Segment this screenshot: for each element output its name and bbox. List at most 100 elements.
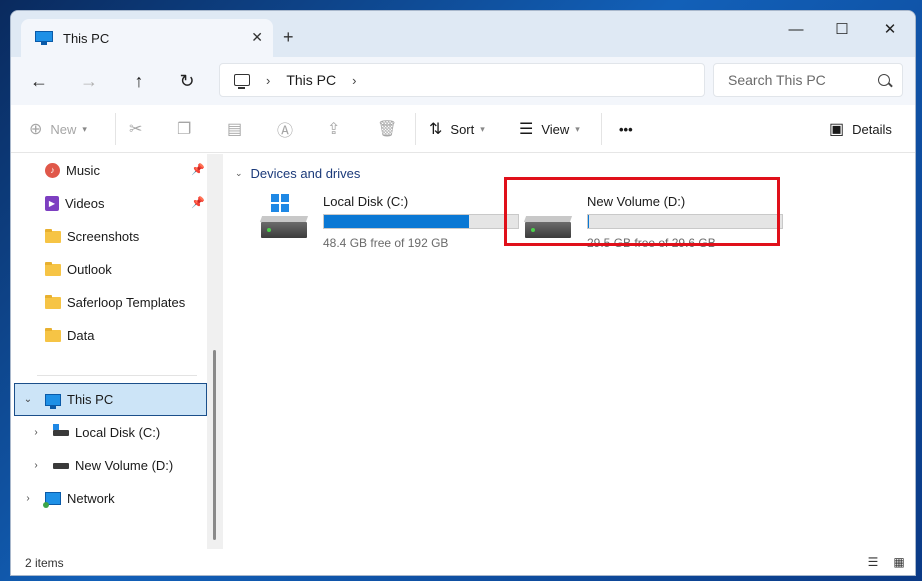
videos-icon: ▶	[45, 196, 59, 211]
drive-name: Local Disk (C:)	[323, 194, 409, 209]
sidebar-item-videos[interactable]: ▶ Videos	[45, 187, 105, 220]
title-bar: This PC ✕ + — ☐ ✕	[11, 11, 915, 57]
sidebar-item-data[interactable]: Data	[45, 319, 94, 352]
folder-icon	[45, 228, 61, 243]
rename-icon: Ⓐ	[277, 123, 294, 140]
plus-icon: ⊕	[29, 121, 43, 138]
trash-icon: 🗑	[377, 121, 398, 138]
copy-button[interactable]: ❐	[177, 117, 199, 141]
sidebar-item-outlook[interactable]: Outlook	[45, 253, 112, 286]
delete-button[interactable]: 🗑	[377, 117, 405, 141]
scrollbar-thumb[interactable]	[213, 350, 216, 540]
divider	[115, 113, 116, 145]
this-pc-icon	[45, 393, 61, 409]
chevron-right-icon[interactable]: ›	[31, 460, 41, 471]
hard-drive-icon	[259, 216, 309, 240]
search-placeholder: Search This PC	[728, 72, 826, 88]
chevron-right-icon[interactable]: ›	[352, 73, 356, 88]
paste-button[interactable]: ▤	[227, 117, 250, 141]
sidebar-item-label: Saferloop Templates	[67, 295, 186, 310]
computer-icon	[234, 74, 250, 89]
tab-title: This PC	[63, 30, 110, 46]
view-label: View	[541, 121, 570, 137]
divider	[601, 113, 602, 145]
rename-button[interactable]: Ⓐ	[277, 117, 301, 141]
large-icons-view-icon[interactable]: ▦	[891, 555, 907, 571]
sidebar-item-label: Screenshots	[67, 229, 140, 244]
cut-icon: ✂	[129, 121, 143, 138]
sidebar-item-screenshots[interactable]: Screenshots	[45, 220, 139, 253]
share-icon: ⇪	[327, 121, 341, 138]
red-annotation-box	[504, 177, 780, 246]
navigation-bar: ← → ↑ ↻ › This PC › Search This PC	[11, 57, 915, 105]
divider	[415, 113, 416, 145]
chevron-down-icon: ▾	[480, 123, 485, 134]
new-tab-button[interactable]: +	[283, 27, 294, 48]
chevron-down-icon: ▾	[575, 123, 580, 134]
sidebar-item-label: Outlook	[67, 262, 112, 277]
sidebar-item-this-pc[interactable]: ⌄ This PC	[23, 383, 113, 416]
chevron-down-icon[interactable]: ⌄	[23, 394, 33, 405]
sidebar-item-label: Local Disk (C:)	[75, 425, 161, 440]
tab-this-pc[interactable]: This PC ✕	[21, 19, 273, 57]
cut-button[interactable]: ✂	[129, 117, 150, 141]
search-icon	[878, 74, 890, 86]
item-count: 2 items	[25, 556, 64, 570]
up-button[interactable]: ↑	[125, 69, 153, 93]
maximize-button[interactable]: ☐	[819, 19, 865, 43]
group-header-devices-and-drives[interactable]: ⌄ Devices and drives	[235, 166, 360, 181]
sort-icon: ⇅	[429, 121, 443, 138]
more-options-button[interactable]: •••	[619, 117, 633, 141]
sidebar-item-new-volume-d[interactable]: › New Volume (D:)	[31, 449, 173, 482]
drive-free-space: 48.4 GB free of 192 GB	[323, 236, 449, 250]
search-box[interactable]: Search This PC	[713, 63, 903, 97]
view-icon: ☰	[519, 121, 534, 138]
chevron-right-icon[interactable]: ›	[23, 493, 33, 504]
sidebar-item-music[interactable]: ♪ Music	[45, 154, 100, 187]
drive-usage-fill	[324, 215, 470, 228]
folder-icon	[45, 327, 61, 342]
folder-icon	[45, 294, 61, 309]
drive-usage-bar	[323, 214, 519, 229]
sidebar-item-label: Data	[67, 328, 95, 343]
network-icon	[43, 492, 61, 508]
sidebar-item-label: New Volume (D:)	[75, 458, 174, 473]
address-bar[interactable]: › This PC ›	[219, 63, 705, 97]
back-button[interactable]: ←	[25, 69, 53, 93]
share-button[interactable]: ⇪	[327, 117, 348, 141]
close-button[interactable]: ✕	[867, 19, 913, 43]
status-bar: 2 items ☰ ▦	[11, 549, 915, 575]
copy-icon: ❐	[177, 121, 192, 138]
details-view-icon[interactable]: ☰	[865, 555, 881, 571]
file-explorer-window: This PC ✕ + — ☐ ✕ ← → ↑ ↻ › This PC › Se…	[10, 10, 916, 576]
new-label: New	[50, 121, 77, 137]
sidebar-item-saferloop-templates[interactable]: Saferloop Templates	[45, 286, 185, 319]
details-button[interactable]: ▣ Details	[829, 117, 892, 141]
details-label: Details	[852, 121, 892, 137]
this-pc-icon	[35, 31, 53, 45]
sidebar-scrollbar[interactable]	[207, 154, 223, 549]
chevron-right-icon[interactable]: ›	[31, 427, 41, 438]
chevron-down-icon: ▾	[82, 123, 87, 134]
refresh-button[interactable]: ↻	[173, 69, 201, 93]
minimize-button[interactable]: —	[773, 19, 819, 43]
pin-icon[interactable]: 📌	[191, 163, 205, 176]
sidebar-item-network[interactable]: › Network	[23, 482, 115, 515]
drive-tile-local-disk-c[interactable]: Local Disk (C:) 48.4 GB free of 192 GB	[247, 186, 519, 252]
sidebar-item-label: Videos	[65, 196, 105, 211]
music-icon: ♪	[45, 163, 60, 178]
sidebar-item-local-disk-c[interactable]: › Local Disk (C:)	[31, 416, 160, 449]
pin-icon[interactable]: 📌	[191, 196, 205, 209]
forward-button[interactable]: →	[75, 69, 103, 93]
close-tab-icon[interactable]: ✕	[251, 29, 263, 46]
chevron-right-icon[interactable]: ›	[266, 73, 270, 88]
group-label: Devices and drives	[250, 166, 361, 181]
new-button[interactable]: ⊕ New ▾	[29, 117, 87, 141]
navigation-pane: ♪ Music 📌 ▶ Videos 📌 Screenshots Outlook…	[11, 154, 207, 549]
breadcrumb-this-pc[interactable]: This PC	[286, 72, 336, 88]
drive-icon	[53, 462, 69, 469]
sort-button[interactable]: ⇅ Sort ▾	[429, 117, 485, 141]
sidebar-item-label: Network	[67, 491, 115, 506]
view-button[interactable]: ☰ View ▾	[519, 117, 580, 141]
drive-icon	[53, 423, 69, 436]
